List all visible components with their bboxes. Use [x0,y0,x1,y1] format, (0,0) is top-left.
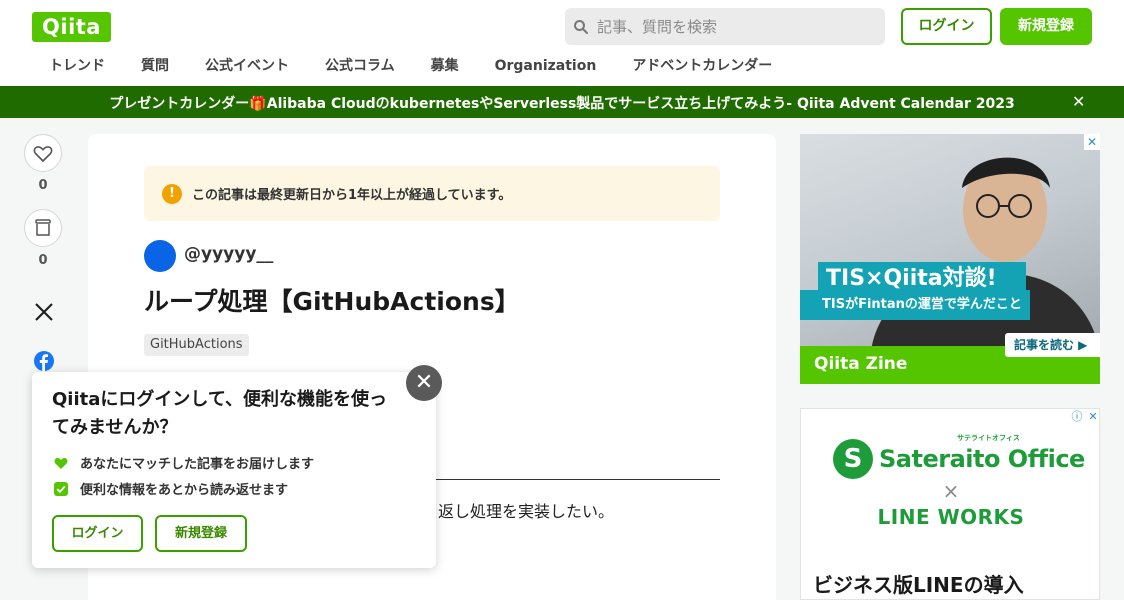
popup-signup-button[interactable]: 新規登録 [155,515,247,552]
banner-close-icon[interactable]: ✕ [1072,92,1085,111]
nav-item-trend[interactable]: トレンド [49,56,105,78]
popup-title: Qiitaにログインして、便利な機能を使ってみませんか？ [52,389,387,438]
outdated-notice: ! この記事は最終更新日から1年以上が経過しています。 [144,166,720,221]
login-prompt-popup: Qiitaにログインして、便利な機能を使ってみませんか？ あなたにマッチした記事… [32,372,436,568]
site-header: Qiita 記事、質問を検索 ログイン 新規登録 トレンド 質問 公式イベント … [0,0,1124,86]
ad-subhead: TISがFintanの運営で学んだこと [800,290,1030,320]
ad-close-icon[interactable]: ✕ [1085,409,1099,425]
article-body-text: 返し処理を実装したい。 [438,502,615,521]
popup-feature-text: あなたにマッチした記事をお届けします [80,457,315,472]
popup-close-icon[interactable]: ✕ [406,365,442,401]
article-side-actions: 0 0 B! [24,134,64,458]
ad-choices[interactable]: ⓘ ✕ [1069,409,1099,425]
popup-login-button[interactable]: ログイン [52,515,143,552]
sateraito-logo-mark: S [833,439,873,479]
ad-read-button[interactable]: 記事を読む ▶ [1005,333,1100,357]
like-count: 0 [38,178,48,193]
ad2-headline: ビジネス版LINEの導入 [813,573,1024,597]
search-input[interactable]: 記事、質問を検索 [597,16,717,37]
x-share-icon[interactable] [34,302,54,322]
ad-info-icon[interactable]: ⓘ [1069,409,1085,425]
popup-feature-item: 便利な情報をあとから読み返せます [54,479,288,498]
promo-banner: プレゼントカレンダー🎁Alibaba CloudのkubernetesやServ… [0,86,1124,118]
author-username[interactable]: @yyyyy__ [184,244,273,264]
sateraito-logo: S サテライトオフィス Sateraito Office [833,434,1085,481]
ad-qiita-zine[interactable]: TIS×Qiita対談! TISがFintanの運営で学んだこと Qiita Z… [800,134,1100,384]
popup-feature-text: 便利な情報をあとから読み返せます [80,483,289,498]
login-button[interactable]: ログイン [901,8,992,45]
banner-link[interactable]: プレゼントカレンダー🎁Alibaba CloudのkubernetesやServ… [0,93,1124,113]
ad-sateraito-office[interactable]: ⓘ ✕ S サテライトオフィス Sateraito Office × LINE … [800,408,1100,600]
search-box[interactable]: 記事、質問を検索 [565,8,885,45]
stock-button[interactable] [24,209,62,247]
notice-text: この記事は最終更新日から1年以上が経過しています。 [192,188,512,203]
author-avatar[interactable] [144,240,176,272]
heart-icon [33,146,53,162]
heart-icon [54,457,68,469]
ad-close-icon[interactable]: ✕ [1084,134,1100,150]
facebook-share-icon[interactable] [34,351,54,371]
article-title: ループ処理【GitHubActions】 [144,287,520,316]
nav-item-recruit[interactable]: 募集 [431,56,459,78]
nav-item-events[interactable]: 公式イベント [205,56,289,78]
info-icon: ! [162,184,182,204]
stock-count: 0 [38,253,48,268]
nav-item-columns[interactable]: 公式コラム [325,56,395,78]
qiita-logo[interactable]: Qiita [32,12,111,42]
line-works-logo: LINE WORKS [877,505,1025,529]
popup-feature-item: あなたにマッチした記事をお届けします [54,453,314,472]
ad-times-sign: × [942,479,960,503]
tag-githubactions[interactable]: GitHubActions [144,334,249,356]
signup-button[interactable]: 新規登録 [1000,8,1092,45]
nav-item-questions[interactable]: 質問 [141,56,169,78]
sateraito-logo-text: Sateraito Office [879,445,1085,473]
sateraito-logo-kana: サテライトオフィス [957,434,1020,442]
nav-item-advent-calendar[interactable]: アドベントカレンダー [632,56,772,78]
search-icon [574,20,588,34]
main-nav: トレンド 質問 公式イベント 公式コラム 募集 Organization アドベ… [32,56,791,78]
check-icon [54,482,68,496]
nav-item-organization[interactable]: Organization [495,56,597,78]
stock-icon [35,219,51,236]
like-button[interactable] [24,134,62,172]
